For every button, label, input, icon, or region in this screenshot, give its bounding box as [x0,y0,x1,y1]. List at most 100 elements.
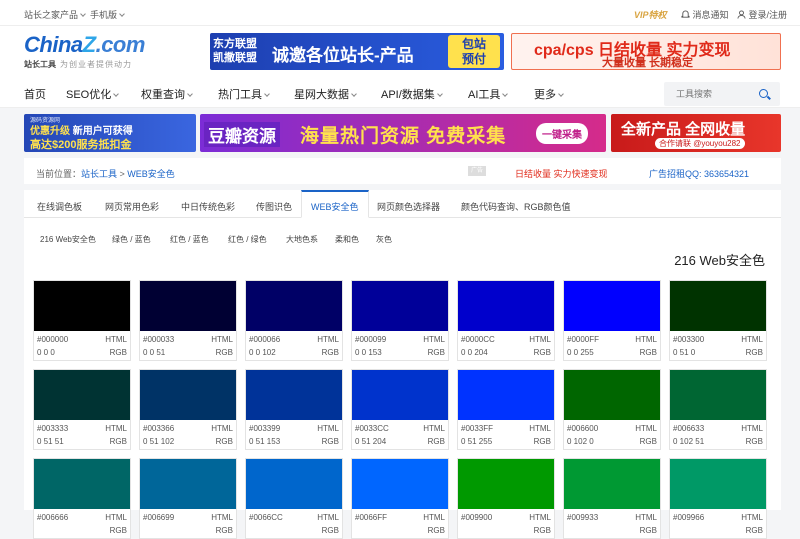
tab-image-color-picker[interactable]: 传图识色 [256,200,292,213]
vip-link[interactable]: VIP特权 [634,8,667,21]
chevron-down-icon [119,11,125,17]
color-swatch-card[interactable]: #006699 HTML RGB [139,458,237,539]
breadcrumb-link-tools[interactable]: 站长工具 [81,169,117,179]
color-swatch-card[interactable]: #000000 HTML 0 0 0 RGB [33,280,131,361]
html-label: HTML [211,335,233,344]
hex-row: #0000CC HTML [461,335,551,344]
tab-web-safe-colors[interactable]: WEB安全色 [301,190,369,218]
html-label: HTML [317,513,339,522]
rgb-label: RGB [745,526,763,535]
color-swatch-card[interactable]: #0000FF HTML 0 0 255 RGB [563,280,661,361]
hex-value: #0000FF [567,335,600,344]
color-swatch-card[interactable]: #000099 HTML 0 0 153 RGB [351,280,449,361]
color-swatch-card[interactable]: #0033CC HTML 0 51 204 RGB [351,369,449,450]
tab-color-code-lookup[interactable]: 颜色代码查询、RGB颜色值 [461,200,571,213]
nav-ai[interactable]: AI工具 [468,86,509,102]
color-swatch-card[interactable]: #009966 HTML RGB [669,458,767,539]
chevron-down-icon [502,91,509,97]
ad1-main-text: 诚邀各位站长-产品 [272,46,414,65]
nav-more[interactable]: 更多 [534,86,564,102]
color-swatch-card[interactable]: #003333 HTML 0 51 51 RGB [33,369,131,450]
rgb-value: 0 0 153 [355,348,382,357]
login-link[interactable]: 登录/注册 [737,8,787,21]
tab-color-selector[interactable]: 网页颜色选择器 [377,200,440,213]
header-ad-1[interactable]: 东方联盟 凯撒联盟 诚邀各位站长-产品 包站 预付 [210,33,504,70]
color-swatch-card[interactable]: #000033 HTML 0 0 51 RGB [139,280,237,361]
rgb-value: 0 0 255 [567,348,594,357]
banner2-button[interactable]: 一键采集 [536,123,588,144]
filter-gray[interactable]: 灰色 [376,234,392,245]
nav-home[interactable]: 首页 [24,86,46,102]
filter-green-blue[interactable]: 绿色 / 蓝色 [112,234,151,245]
hex-row: #006600 HTML [567,424,657,433]
html-label: HTML [635,424,657,433]
rgb-row: 0 51 153 RGB [249,437,339,446]
color-swatch-card[interactable]: #006633 HTML 0 102 51 RGB [669,369,767,450]
chevron-down-icon [264,91,270,97]
banner-ad-3[interactable]: 全新产品 全网收量 合作请联 @youyou282 [611,114,781,152]
hex-value: #003399 [249,424,281,433]
ad-contact-qq[interactable]: 广告招租QQ: 363654321 [649,167,749,180]
site-logo[interactable]: ChinaZ.com 站长工具 为创业者提供动力 [24,32,145,70]
site-products-menu[interactable]: 站长之家产品 [24,8,86,21]
nav-api[interactable]: API/数据集 [381,86,443,102]
search-icon[interactable] [759,89,768,98]
nav-seo[interactable]: SEO优化 [66,86,120,102]
rgb-label: RGB [745,348,763,357]
html-label: HTML [529,424,551,433]
banner2-left: 豆瓣资源 [204,122,280,147]
color-swatch-card[interactable]: #003366 HTML 0 51 102 RGB [139,369,237,450]
filter-soft-colors[interactable]: 柔和色 [335,234,359,245]
banner-ad-1[interactable]: 源码资源网 优惠升级 新用户可获得 高达$200服务抵扣金 [24,114,196,152]
nav-hot-tools[interactable]: 热门工具 [218,86,270,102]
search-input[interactable] [664,82,754,106]
color-swatch-card[interactable]: #0066FF HTML RGB [351,458,449,539]
chevron-down-icon [80,11,86,17]
tab-web-colors[interactable]: 网页常用色彩 [105,200,159,213]
user-icon [737,10,746,19]
messages-link[interactable]: 消息通知 [681,8,729,21]
nav-weight[interactable]: 权重查询 [141,86,193,102]
color-swatch-card[interactable]: #0066CC HTML RGB [245,458,343,539]
banner2-main: 海量热门资源 免费采集 [300,126,507,147]
hex-value: #000000 [37,335,69,344]
hex-value: #0066CC [249,513,283,522]
hex-value: #009933 [567,513,599,522]
hex-row: #0000FF HTML [567,335,657,344]
color-swatch-card[interactable]: #003399 HTML 0 51 153 RGB [245,369,343,450]
filter-red-green[interactable]: 红色 / 绿色 [228,234,267,245]
filter-216-web-safe[interactable]: 216 Web安全色 [40,234,96,245]
filter-earth-tones[interactable]: 大地色系 [286,234,318,245]
color-swatch [34,281,130,331]
breadcrumb-current[interactable]: WEB安全色 [127,169,175,179]
page-title: 216 Web安全色 [674,253,765,268]
color-swatch-card[interactable]: #009933 HTML RGB [563,458,661,539]
tab-traditional-colors[interactable]: 中日传统色彩 [181,200,235,213]
color-swatch-card[interactable]: #000066 HTML 0 0 102 RGB [245,280,343,361]
chevron-down-icon [558,91,564,97]
color-swatch [670,370,766,420]
color-swatch-card[interactable]: #006600 HTML 0 102 0 RGB [563,369,661,450]
header-ad-2[interactable]: cpa/cps 日结收量 实力变现 大量收量 长期稳定 [511,33,781,70]
top-utility-bar: 站长之家产品 手机版 VIP特权 消息通知 登录/注册 [0,0,800,26]
rgb-label: RGB [427,526,445,535]
color-swatch [34,459,130,509]
color-swatch-card[interactable]: #003300 HTML 0 51 0 RGB [669,280,767,361]
color-swatch [352,281,448,331]
banner1-line2: 高达$200服务抵扣金 [30,139,132,151]
text-ad-link[interactable]: 日结收量 实力快速变现 [515,167,608,180]
mobile-version-menu[interactable]: 手机版 [90,8,125,21]
banner1-line1: 优惠升级 新用户可获得 [30,126,133,137]
color-swatch-card[interactable]: #009900 HTML RGB [457,458,555,539]
color-swatch-card[interactable]: #0033FF HTML 0 51 255 RGB [457,369,555,450]
hex-row: #000099 HTML [355,335,445,344]
nav-bigdata[interactable]: 星网大数据 [294,86,357,102]
breadcrumb-bar: 当前位置：站长工具 > WEB安全色 广告 日结收量 实力快速变现 广告招租QQ… [24,158,781,184]
banner-ad-2[interactable]: 豆瓣资源 海量热门资源 免费采集 一键采集 [200,114,606,152]
filter-red-blue[interactable]: 红色 / 蓝色 [170,234,209,245]
html-label: HTML [741,424,763,433]
color-swatch-card[interactable]: #0000CC HTML 0 0 204 RGB [457,280,555,361]
hex-value: #006666 [37,513,69,522]
color-swatch-card[interactable]: #006666 HTML RGB [33,458,131,539]
tab-palette[interactable]: 在线调色板 [37,200,82,213]
